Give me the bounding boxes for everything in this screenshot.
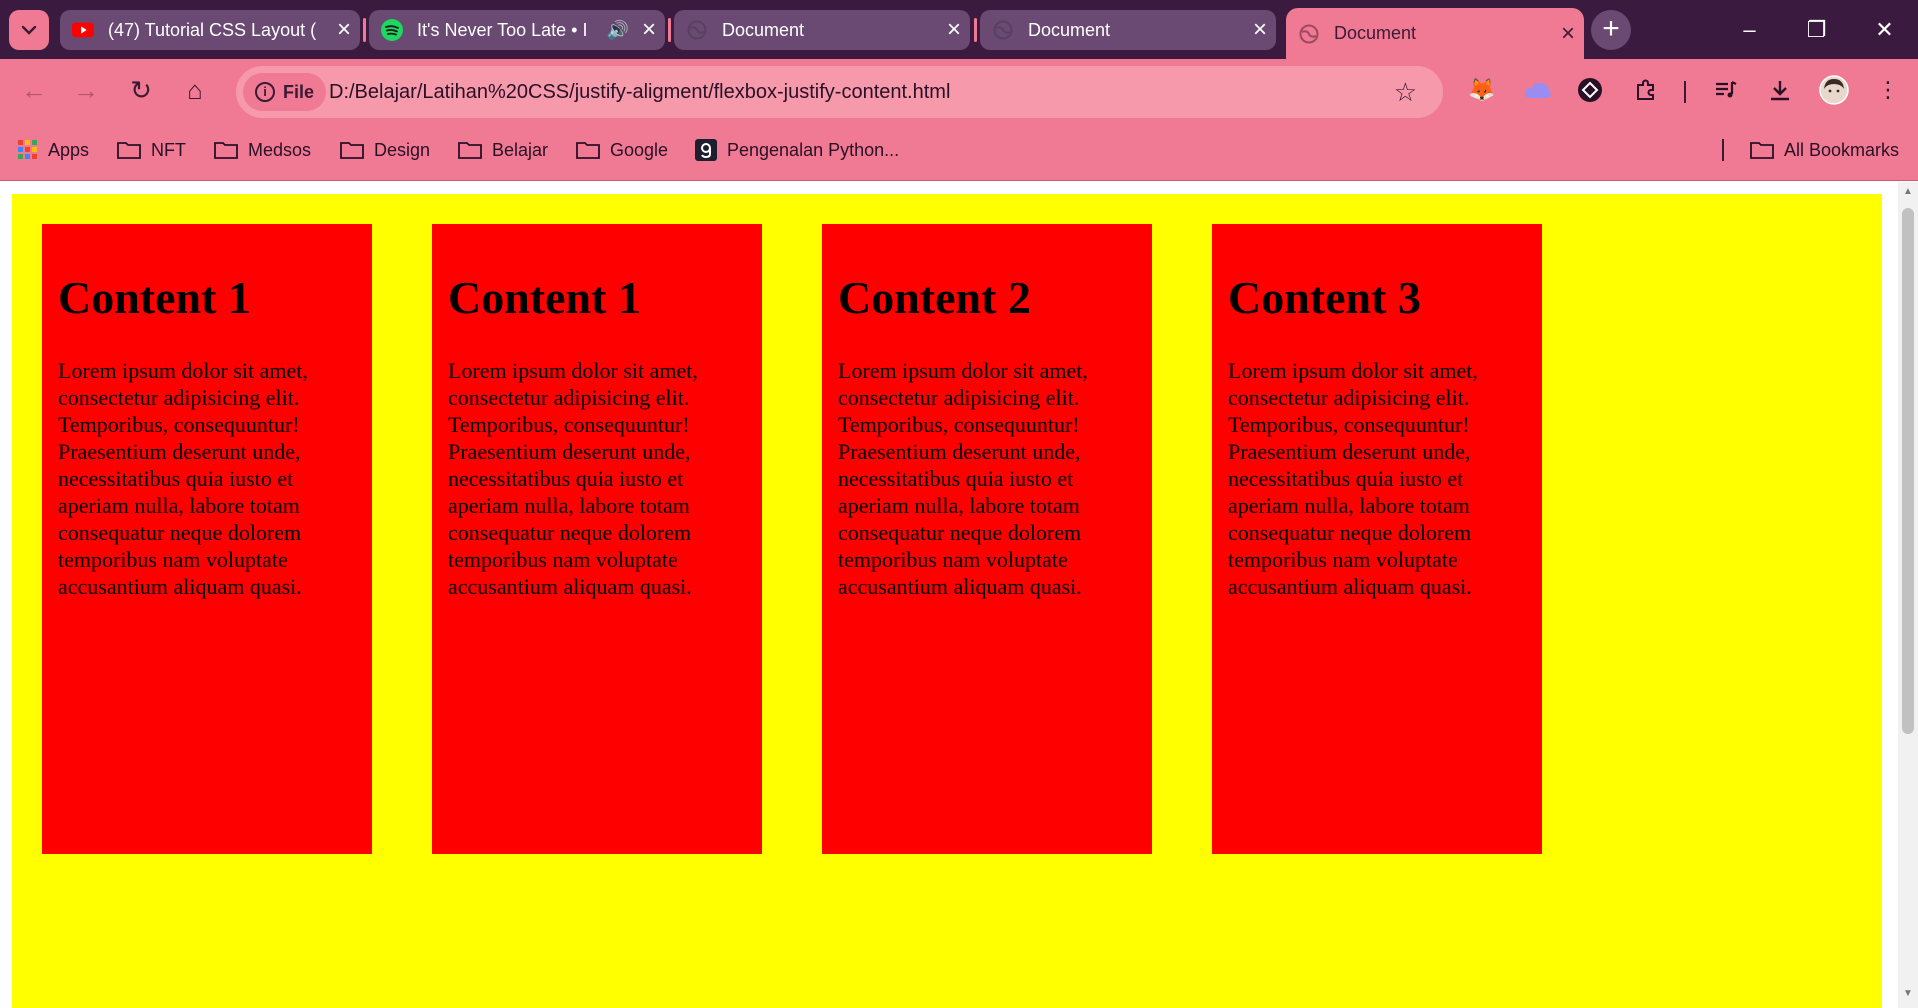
bookmark-label: Apps [48,139,90,160]
content-card: Content 1 Lorem ipsum dolor sit amet, co… [432,224,762,854]
bookmark-folder-medsos[interactable]: Medsos [214,122,311,178]
card-heading: Content 1 [58,272,251,323]
tab-separator [363,18,366,42]
toolbar: ← → ↻ ⌂ i File D:/Belajar/Latihan%20CSS/… [0,59,1918,122]
content-card: Content 1 Lorem ipsum dolor sit amet, co… [42,224,372,854]
close-tab-icon[interactable]: × [1552,14,1584,54]
speaker-icon[interactable]: 🔊 [603,20,633,41]
scroll-down-arrow-icon[interactable]: ▼ [1898,988,1918,999]
bookmark-label: Medsos [248,139,312,160]
site-g-icon [695,139,717,161]
forward-button[interactable]: → [66,70,106,110]
scheme-label: File [283,81,315,102]
home-button[interactable]: ⌂ [175,70,215,110]
bookmark-folder-nft[interactable]: NFT [117,122,186,178]
tab-search-button[interactable] [9,10,49,50]
page-viewport: Content 1 Lorem ipsum dolor sit amet, co… [0,182,1898,1008]
tab-title: (47) Tutorial CSS Layout ( [108,19,317,40]
card-body: Lorem ipsum dolor sit amet, consectetur … [448,357,698,599]
bookmark-pengenalan-python[interactable]: Pengenalan Python... [695,122,899,178]
address-bar[interactable]: i File D:/Belajar/Latihan%20CSS/justify-… [236,66,1443,118]
close-tab-icon[interactable]: × [328,10,360,50]
content-card: Content 3 Lorem ipsum dolor sit amet, co… [1212,224,1542,854]
close-tab-icon[interactable]: × [1244,10,1276,50]
folder-icon [214,141,238,159]
bookmark-folder-google[interactable]: Google [576,122,668,178]
bookmark-label: Pengenalan Python... [727,139,900,160]
folder-icon [117,141,141,159]
folder-icon [458,141,482,159]
bookmark-label: Google [610,139,669,160]
card-heading: Content 3 [1228,272,1421,323]
tab-separator [974,18,977,42]
card-body: Lorem ipsum dolor sit amet, consectetur … [838,357,1088,599]
tab-youtube[interactable]: (47) Tutorial CSS Layout ( × [60,10,360,50]
scroll-up-arrow-icon[interactable]: ▲ [1898,186,1918,197]
bookmark-folder-design[interactable]: Design [340,122,430,178]
card-body: Lorem ipsum dolor sit amet, consectetur … [1228,357,1478,599]
close-tab-icon[interactable]: × [938,10,970,50]
vertical-scrollbar[interactable]: ▲ ▼ [1898,182,1918,1008]
minimize-button[interactable]: – [1716,0,1783,59]
bookmark-apps[interactable]: Apps [18,122,89,178]
toolbar-divider [1684,81,1686,103]
spotify-icon [381,19,403,41]
globe-icon [686,19,708,41]
tab-title: It's Never Too Late • I [417,19,588,40]
youtube-icon [72,19,94,41]
bookmark-label: Belajar [492,139,549,160]
reload-button[interactable]: ↻ [121,70,161,110]
download-icon[interactable] [1764,74,1796,106]
new-tab-button[interactable]: + [1591,10,1631,50]
metamask-icon[interactable]: 🦊 [1466,74,1498,106]
card-heading: Content 1 [448,272,641,323]
bookmarks-divider [1722,139,1724,161]
restore-button[interactable]: ❐ [1783,0,1850,59]
bookmark-label: NFT [151,139,186,160]
bookmark-star-icon[interactable]: ☆ [1394,66,1417,118]
close-window-button[interactable]: ✕ [1851,0,1918,59]
tab-title: Document [1028,19,1111,40]
site-info-chip[interactable]: i File [243,73,327,111]
close-tab-icon[interactable]: × [633,10,665,50]
apps-grid-icon [18,140,38,160]
info-icon: i [255,82,275,102]
tab-separator [668,18,671,42]
bookmarks-bar: Apps NFT Medsos Design Belajar Google Pe… [0,122,1918,181]
avatar[interactable] [1818,74,1850,106]
url-text[interactable]: D:/Belajar/Latihan%20CSS/justify-aligmen… [329,66,950,118]
tab-document-active[interactable]: Document × [1286,8,1584,59]
tab-title: Document [1334,23,1417,43]
title-bar: (47) Tutorial CSS Layout ( × It's Never … [0,0,1918,59]
card-body: Lorem ipsum dolor sit amet, consectetur … [58,357,308,599]
folder-icon [576,141,600,159]
cloud-icon[interactable] [1522,74,1554,106]
folder-icon [1750,141,1774,159]
content-card: Content 2 Lorem ipsum dolor sit amet, co… [822,224,1152,854]
puzzle-icon[interactable] [1630,74,1662,106]
diamond-icon[interactable] [1574,74,1606,106]
globe-icon [992,19,1014,41]
tab-title: Document [722,19,805,40]
tab-document-1[interactable]: Document × [674,10,970,50]
all-bookmarks-button[interactable]: All Bookmarks [1750,122,1899,178]
chevron-down-icon [21,25,37,35]
back-button[interactable]: ← [14,70,54,110]
media-icon[interactable] [1710,74,1742,106]
scrollbar-thumb[interactable] [1902,208,1914,734]
tab-spotify[interactable]: It's Never Too Late • I 🔊 × [369,10,665,50]
bookmark-label: Design [374,139,431,160]
tab-document-2[interactable]: Document × [980,10,1276,50]
kebab-menu-icon[interactable]: ⋮ [1872,74,1904,106]
folder-icon [340,141,364,159]
globe-icon [1298,23,1320,45]
flex-container: Content 1 Lorem ipsum dolor sit amet, co… [12,194,1882,1008]
bookmark-label: All Bookmarks [1784,139,1900,160]
bookmark-folder-belajar[interactable]: Belajar [458,122,548,178]
card-heading: Content 2 [838,272,1031,323]
